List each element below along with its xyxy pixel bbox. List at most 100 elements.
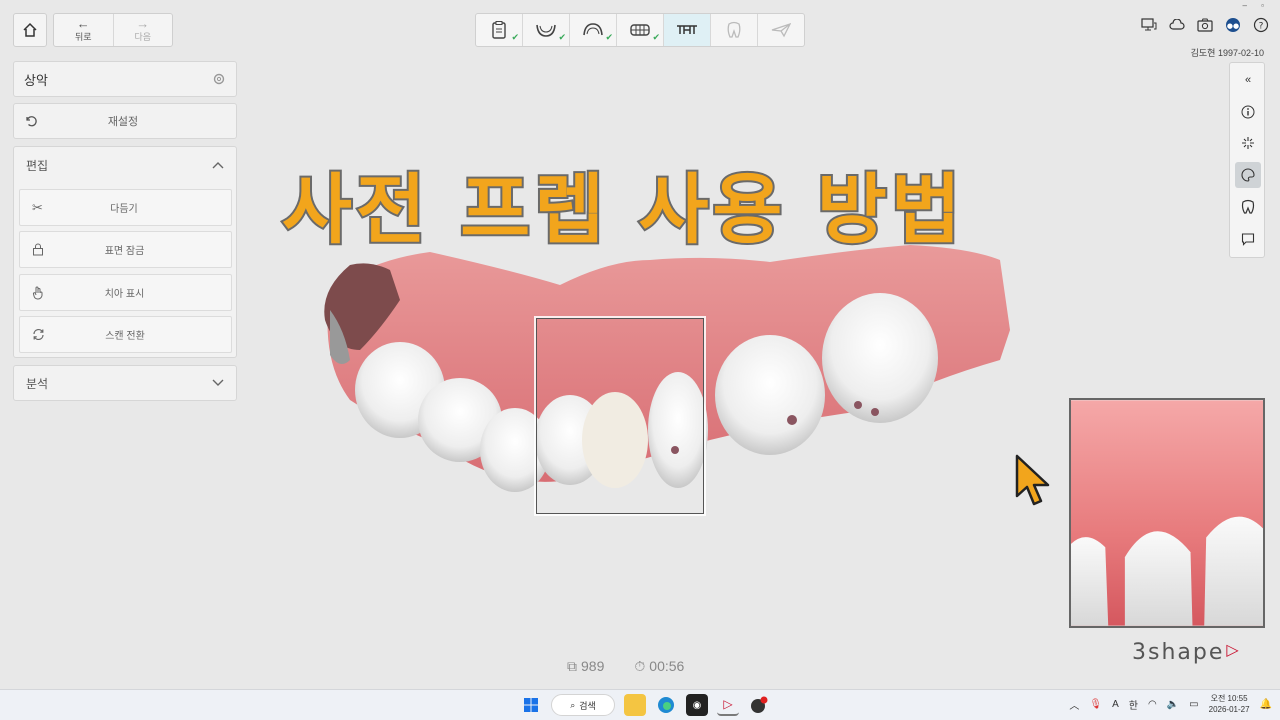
window-controls[interactable]: – ▫ bbox=[1242, 1, 1270, 10]
scan-stats: ⧉ 989 ⏱ 00:56 bbox=[567, 658, 684, 675]
ime-indicator[interactable]: 한 bbox=[1129, 697, 1138, 712]
arch-selector[interactable]: 상악 bbox=[13, 61, 237, 97]
headline-caption: 사전 프렙 사용 방법 bbox=[280, 163, 965, 256]
zoom-fit-icon[interactable] bbox=[1235, 130, 1261, 156]
lock-icon bbox=[33, 243, 43, 256]
system-clock[interactable]: 오전 10:55 2026-01-27 bbox=[1209, 693, 1250, 715]
search-icon: ⌕ bbox=[570, 699, 576, 710]
chevron-up-icon[interactable]: ︿ bbox=[1069, 697, 1079, 712]
brand-triangle-icon: ▷ bbox=[1226, 640, 1241, 659]
check-icon: ✔ bbox=[652, 32, 660, 42]
tool-label: 표면 잠금 bbox=[104, 246, 145, 257]
pre-prep-icon bbox=[677, 25, 697, 34]
step-scan-pending[interactable] bbox=[711, 14, 758, 46]
step-bite[interactable]: ✔ bbox=[617, 14, 664, 46]
chevron-down-icon bbox=[212, 379, 224, 386]
palette-icon[interactable] bbox=[1235, 162, 1261, 188]
edge-browser-icon[interactable] bbox=[655, 694, 677, 716]
home-button[interactable] bbox=[13, 13, 47, 47]
undo-icon bbox=[26, 116, 37, 127]
hand-icon bbox=[33, 286, 43, 300]
tool-label: 다듬기 bbox=[110, 204, 138, 215]
back-label: 뒤로 bbox=[74, 31, 92, 42]
back-button[interactable]: ← 뒤로 bbox=[54, 14, 113, 46]
speaker-icon[interactable]: 🔈 bbox=[1167, 699, 1179, 710]
help-icon[interactable]: ? bbox=[1252, 16, 1270, 34]
home-icon bbox=[23, 22, 37, 37]
tool-label: 스캔 전환 bbox=[105, 331, 145, 342]
brand-logo: 3shape ▷ bbox=[1132, 640, 1241, 665]
arch-label: 상악 bbox=[24, 72, 48, 88]
wifi-icon[interactable]: ◠ bbox=[1148, 699, 1157, 710]
live-scan-preview bbox=[1069, 398, 1265, 628]
stopwatch-icon: ⏱ bbox=[634, 658, 646, 674]
analysis-header[interactable]: 분석 bbox=[13, 365, 237, 401]
tray-font-a[interactable]: A bbox=[1112, 699, 1119, 710]
3shape-app-icon[interactable]: ▷ bbox=[717, 694, 739, 716]
mouse-cursor-icon bbox=[1015, 454, 1050, 506]
clipboard-icon bbox=[492, 21, 506, 39]
back-next-group: ← 뒤로 → 다음 bbox=[53, 13, 173, 47]
edit-header[interactable]: 편집 bbox=[14, 147, 236, 183]
reset-label: 재설정 bbox=[107, 116, 139, 128]
chevron-up-icon bbox=[212, 162, 224, 169]
check-icon: ✔ bbox=[511, 32, 519, 42]
discord-icon[interactable]: ◉ bbox=[686, 694, 708, 716]
scissors-icon: ✂ bbox=[32, 199, 43, 215]
gear-icon[interactable] bbox=[212, 72, 226, 86]
check-icon: ✔ bbox=[558, 32, 566, 42]
user-avatar-icon[interactable]: ●● bbox=[1224, 16, 1242, 34]
step-upper-jaw[interactable]: ✔ bbox=[570, 14, 617, 46]
brand-text: 3shape bbox=[1132, 640, 1225, 665]
image-count: ⧉ 989 bbox=[567, 658, 605, 674]
patient-info: 김도현 1997-02-10 bbox=[1190, 48, 1264, 58]
arrow-right-icon: → bbox=[136, 15, 150, 31]
bite-icon bbox=[630, 24, 650, 36]
app-notification-icon[interactable] bbox=[748, 694, 770, 716]
refresh-icon bbox=[33, 328, 44, 341]
collapse-icon[interactable]: « bbox=[1235, 67, 1261, 93]
monitor-icon[interactable] bbox=[1140, 16, 1158, 34]
tool-switch-scan[interactable]: 스캔 전환 bbox=[19, 316, 232, 353]
step-pre-prep[interactable] bbox=[664, 14, 711, 46]
battery-icon[interactable]: ▭ bbox=[1189, 699, 1198, 710]
arrow-left-icon: ← bbox=[76, 15, 90, 31]
tooth-scan-icon bbox=[727, 21, 741, 38]
check-icon: ✔ bbox=[605, 32, 613, 42]
send-icon bbox=[771, 22, 791, 38]
next-button[interactable]: → 다음 bbox=[112, 14, 173, 46]
svg-text:●●: ●● bbox=[1227, 22, 1239, 30]
tooth-icon[interactable] bbox=[1235, 194, 1261, 220]
step-lower-jaw[interactable]: ✔ bbox=[523, 14, 570, 46]
analysis-label: 분석 bbox=[26, 376, 49, 391]
selection-box[interactable] bbox=[536, 318, 704, 514]
file-explorer-icon[interactable] bbox=[624, 694, 646, 716]
cloud-icon[interactable] bbox=[1168, 16, 1186, 34]
images-icon: ⧉ bbox=[567, 658, 577, 674]
windows-start-icon[interactable] bbox=[520, 694, 542, 716]
edit-header-label: 편집 bbox=[26, 158, 49, 173]
tool-trim[interactable]: ✂ 다듬기 bbox=[19, 189, 232, 226]
tool-label: 치아 표시 bbox=[104, 289, 145, 300]
scan-timer: ⏱ 00:56 bbox=[634, 658, 685, 674]
microphone-icon[interactable]: 🎙 bbox=[1089, 699, 1102, 710]
notification-bell-icon[interactable]: 🔔 bbox=[1260, 699, 1272, 710]
comment-icon[interactable] bbox=[1235, 226, 1261, 252]
next-label: 다음 bbox=[134, 31, 152, 42]
camera-icon[interactable] bbox=[1196, 16, 1214, 34]
upper-jaw-icon bbox=[583, 23, 603, 36]
info-icon[interactable] bbox=[1235, 99, 1261, 125]
step-order-form[interactable]: ✔ bbox=[476, 14, 523, 46]
tool-mark-tooth[interactable]: 치아 표시 bbox=[19, 274, 232, 311]
edit-section: 편집 ✂ 다듬기 표면 잠금 치아 표시 스캔 전환 bbox=[13, 146, 237, 358]
windows-taskbar: ⌕ 검색 ◉ ▷ ︿ 🎙 A 한 ◠ 🔈 ▭ 오전 10:55 2026-01-2… bbox=[0, 689, 1280, 720]
workflow-stepper: ✔ ✔ ✔ ✔ bbox=[475, 13, 805, 47]
taskbar-search[interactable]: ⌕ 검색 bbox=[551, 694, 615, 716]
top-right-toolbar: ●● ? bbox=[1140, 16, 1270, 34]
lower-jaw-icon bbox=[536, 24, 556, 37]
reset-button[interactable]: 재설정 bbox=[13, 103, 237, 139]
svg-text:?: ? bbox=[1259, 22, 1264, 32]
right-toolbar: « bbox=[1229, 62, 1265, 258]
step-send[interactable] bbox=[758, 14, 804, 46]
tool-lock-surface[interactable]: 표면 잠금 bbox=[19, 231, 232, 268]
